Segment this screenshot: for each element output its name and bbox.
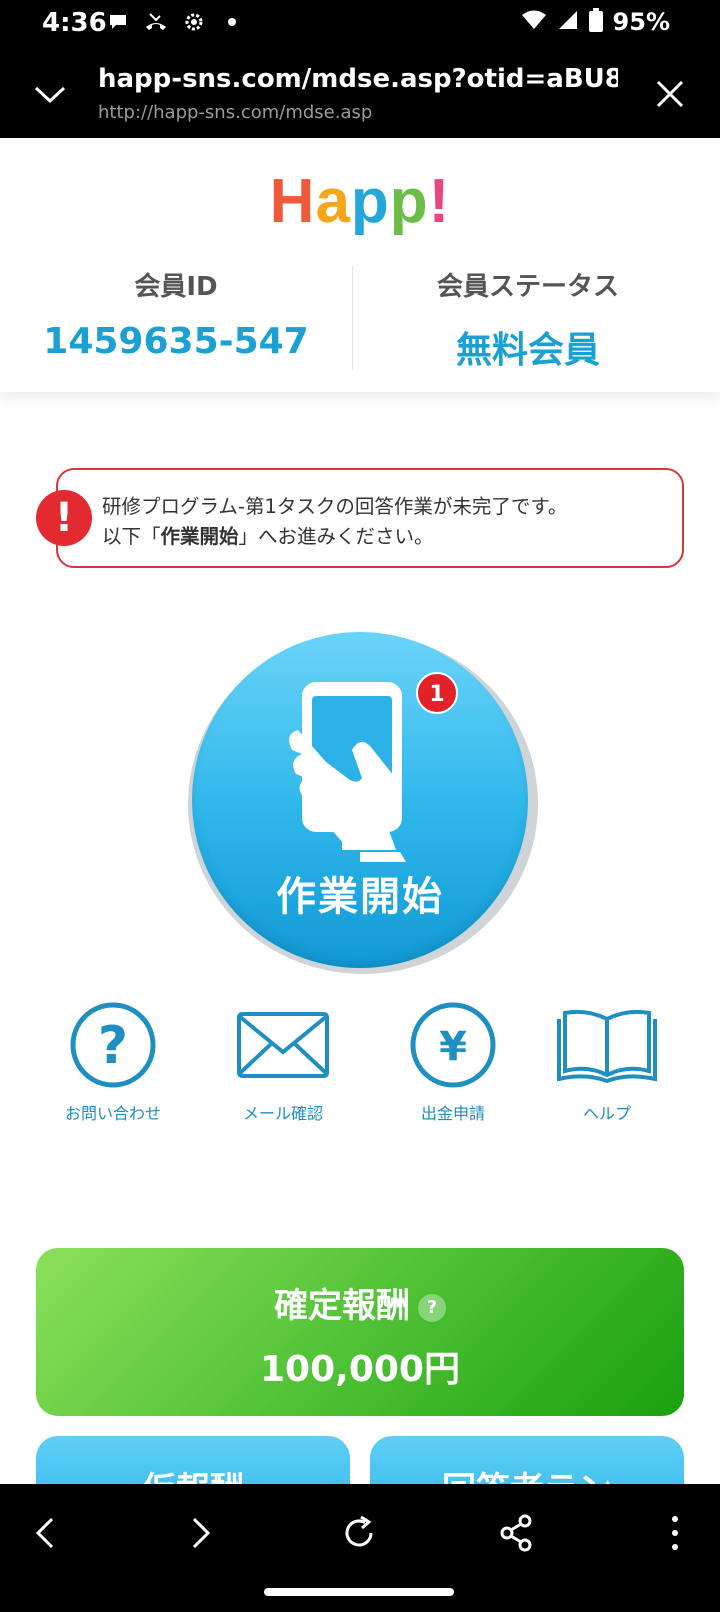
alert-line-2: 以下「作業開始」へお進みください。 bbox=[102, 525, 434, 548]
notification-icons bbox=[106, 10, 244, 34]
yen-icon: ¥ bbox=[403, 1000, 503, 1090]
page: 4:36 95% happ-sns.com/mdse.asp?otid=aBU8… bbox=[0, 0, 720, 1612]
chevron-down-icon[interactable] bbox=[30, 74, 70, 114]
member-id-label: 会員ID bbox=[134, 272, 218, 302]
svg-text:¥: ¥ bbox=[439, 1024, 467, 1070]
happ-logo: Happ! bbox=[269, 167, 451, 236]
share-icon[interactable] bbox=[492, 1508, 542, 1558]
url-title[interactable]: happ-sns.com/mdse.asp?otid=aBU8Y... bbox=[98, 64, 618, 94]
exclamation-icon: ! bbox=[36, 490, 92, 546]
reload-icon[interactable] bbox=[334, 1508, 384, 1558]
member-status-label: 会員ステータス bbox=[436, 272, 619, 302]
shortcut-row: ? お問い合わせ メール確認 ¥ 出金申請 ヘルプ bbox=[0, 1000, 720, 1130]
back-icon[interactable] bbox=[20, 1508, 70, 1558]
home-indicator[interactable] bbox=[264, 1588, 454, 1596]
member-header: Happ! 会員ID 1459635-547 会員ステータス 無料会員 bbox=[0, 138, 720, 392]
close-icon[interactable] bbox=[650, 74, 690, 114]
alert-line-1: 研修プログラム-第1タスクの回答作業が未完了です。 bbox=[102, 495, 568, 518]
reward-title-row: 確定報酬? bbox=[36, 1278, 684, 1327]
url-subtitle: http://happ-sns.com/mdse.asp bbox=[98, 102, 373, 123]
battery-percent: 95% bbox=[612, 8, 670, 36]
mail-shortcut[interactable]: メール確認 bbox=[198, 1000, 368, 1124]
question-icon: ? bbox=[63, 1000, 163, 1090]
contact-shortcut[interactable]: ? お問い合わせ bbox=[28, 1000, 198, 1124]
help-label: ヘルプ bbox=[582, 1104, 631, 1123]
member-status-block: 会員ステータス 無料会員 bbox=[352, 266, 704, 373]
signal-icon bbox=[557, 9, 579, 35]
book-icon bbox=[557, 1000, 657, 1090]
member-id-value: 1459635-547 bbox=[43, 321, 309, 362]
missed-call-icon bbox=[144, 10, 168, 34]
start-work-label: 作業開始 bbox=[276, 874, 444, 920]
start-work-button[interactable]: 作業開始 bbox=[192, 632, 528, 968]
reward-title: 確定報酬 bbox=[274, 1286, 410, 1326]
battery-icon bbox=[588, 8, 603, 36]
mail-label: メール確認 bbox=[242, 1104, 323, 1123]
status-bar: 4:36 95% bbox=[0, 0, 720, 46]
help-shortcut[interactable]: ヘルプ bbox=[522, 1000, 692, 1124]
settings-gear-icon bbox=[182, 10, 206, 34]
confirmed-reward-card[interactable]: 確定報酬? 100,000円 bbox=[36, 1248, 684, 1416]
withdraw-label: 出金申請 bbox=[420, 1104, 485, 1123]
member-id-block: 会員ID 1459635-547 bbox=[0, 266, 352, 362]
notification-badge: 1 bbox=[416, 672, 458, 714]
wifi-icon bbox=[521, 9, 547, 35]
incomplete-task-alert: 研修プログラム-第1タスクの回答作業が未完了です。 以下「作業開始」へお進みくだ… bbox=[56, 468, 684, 568]
reward-amount: 100,000円 bbox=[260, 1349, 460, 1390]
phone-hand-icon bbox=[280, 676, 440, 866]
forward-icon[interactable] bbox=[176, 1508, 226, 1558]
chat-icon bbox=[106, 10, 130, 34]
dot-icon bbox=[220, 10, 244, 34]
contact-label: お問い合わせ bbox=[64, 1104, 161, 1123]
more-menu-icon[interactable] bbox=[650, 1508, 700, 1558]
status-time: 4:36 bbox=[42, 8, 107, 38]
member-status-value: 無料会員 bbox=[455, 330, 600, 371]
help-icon[interactable]: ? bbox=[418, 1293, 446, 1322]
browser-toolbar: happ-sns.com/mdse.asp?otid=aBU8Y... http… bbox=[0, 46, 720, 138]
system-icons: 95% bbox=[521, 8, 670, 36]
svg-text:?: ? bbox=[98, 1016, 128, 1076]
mail-icon bbox=[233, 1000, 333, 1090]
withdraw-shortcut[interactable]: ¥ 出金申請 bbox=[368, 1000, 538, 1124]
